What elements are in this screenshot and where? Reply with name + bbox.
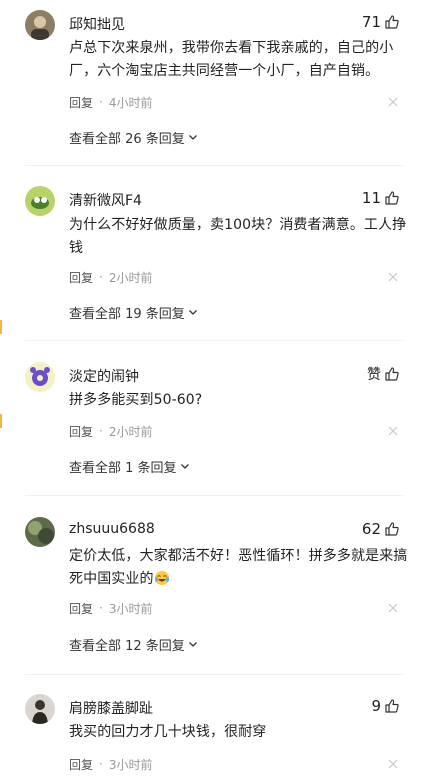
like-count: 赞 xyxy=(367,367,381,383)
view-replies-label: 查看全部 19 条回复 xyxy=(69,306,185,322)
like-count: 62 xyxy=(361,520,381,538)
chevron-down-icon xyxy=(188,642,197,647)
timestamp: 3小时前 xyxy=(108,601,153,616)
close-icon[interactable] xyxy=(388,272,398,282)
comment-text: 定价太低，大家都活不好！恶性循环！拼多多就是来搞死中国实业的 xyxy=(69,545,409,591)
like-button[interactable]: 9 xyxy=(371,696,400,716)
comment-text: 拼多多能买到50-60? xyxy=(69,392,203,408)
close-icon[interactable] xyxy=(388,603,398,613)
divider xyxy=(25,495,403,496)
comment-meta: 回复 · 4小时前 xyxy=(69,94,152,110)
avatar[interactable] xyxy=(25,186,55,216)
author-name[interactable]: 肩膀膝盖脚趾 xyxy=(69,698,153,718)
author-name[interactable]: zhsuuu6688 xyxy=(69,521,155,537)
like-button[interactable]: 62 xyxy=(362,519,400,539)
comment-meta: 回复 · 2小时前 xyxy=(69,269,152,285)
like-count: 71 xyxy=(361,13,381,31)
meta-separator: · xyxy=(99,601,103,615)
view-all-replies-link[interactable]: 查看全部 26 条回复 xyxy=(69,128,198,147)
reply-button[interactable]: 回复 xyxy=(69,423,93,440)
reply-button[interactable]: 回复 xyxy=(69,94,93,111)
view-replies-label: 查看全部 26 条回复 xyxy=(69,131,185,147)
comment-text: 卢总下次来泉州，我带你去看下我亲戚的，自己的小厂，六个淘宝店主共同经营一个小厂，… xyxy=(69,40,394,79)
reply-button[interactable]: 回复 xyxy=(69,756,93,773)
view-replies-label: 查看全部 12 条回复 xyxy=(69,638,185,654)
meta-separator: · xyxy=(99,95,103,109)
edge-marker xyxy=(0,320,2,334)
divider xyxy=(25,340,403,341)
meta-separator: · xyxy=(99,757,103,771)
close-icon[interactable] xyxy=(388,97,398,107)
chevron-down-icon xyxy=(188,135,197,140)
view-replies-label: 查看全部 1 条回复 xyxy=(69,460,177,476)
meta-separator: · xyxy=(99,424,103,438)
reply-button[interactable]: 回复 xyxy=(69,269,93,286)
comment-text: 我买的回力才几十块钱，很耐穿 xyxy=(69,724,267,740)
author-name[interactable]: 清新微风F4 xyxy=(69,190,142,210)
avatar[interactable] xyxy=(25,10,55,40)
like-button[interactable]: 71 xyxy=(362,12,400,32)
timestamp: 2小时前 xyxy=(108,270,153,285)
comment-text: 为什么不好好做质量，卖100块？消费者满意。工人挣钱 xyxy=(69,217,407,256)
thumbs-up-icon xyxy=(385,699,399,713)
comment-meta: 回复 · 2小时前 xyxy=(69,423,152,439)
comment-meta: 回复 · 3小时前 xyxy=(69,756,152,772)
thumbs-up-icon xyxy=(385,367,399,381)
divider xyxy=(25,674,403,675)
thumbs-up-icon xyxy=(385,522,399,536)
avatar[interactable] xyxy=(25,517,55,547)
close-icon[interactable] xyxy=(388,759,398,769)
avatar[interactable] xyxy=(25,362,55,392)
avatar[interactable] xyxy=(25,694,55,724)
view-all-replies-link[interactable]: 查看全部 19 条回复 xyxy=(69,303,198,322)
meta-separator: · xyxy=(99,270,103,284)
thumbs-up-icon xyxy=(385,15,399,29)
comment-meta: 回复 · 3小时前 xyxy=(69,600,152,616)
chevron-down-icon xyxy=(188,310,197,315)
view-all-replies-link[interactable]: 查看全部 1 条回复 xyxy=(69,457,190,476)
reply-button[interactable]: 回复 xyxy=(69,600,93,617)
like-button[interactable]: 11 xyxy=(362,188,400,208)
like-button[interactable]: 赞 xyxy=(367,364,400,384)
divider xyxy=(25,165,403,166)
close-icon[interactable] xyxy=(388,426,398,436)
chevron-down-icon xyxy=(180,464,189,469)
timestamp: 3小时前 xyxy=(108,757,153,772)
author-name[interactable]: 淡定的闹钟 xyxy=(69,366,139,386)
edge-marker xyxy=(0,414,2,428)
like-count: 9 xyxy=(371,697,381,715)
thumbs-up-icon xyxy=(385,191,399,205)
comment-text-body: 定价太低，大家都活不好！恶性循环！拼多多就是来搞死中国实业的 xyxy=(69,548,408,587)
timestamp: 2小时前 xyxy=(108,424,153,439)
like-count: 11 xyxy=(361,189,381,207)
crying-laughing-emoji-icon xyxy=(154,571,169,585)
timestamp: 4小时前 xyxy=(108,95,153,110)
view-all-replies-link[interactable]: 查看全部 12 条回复 xyxy=(69,635,198,654)
author-name[interactable]: 邱知拙见 xyxy=(69,14,125,34)
